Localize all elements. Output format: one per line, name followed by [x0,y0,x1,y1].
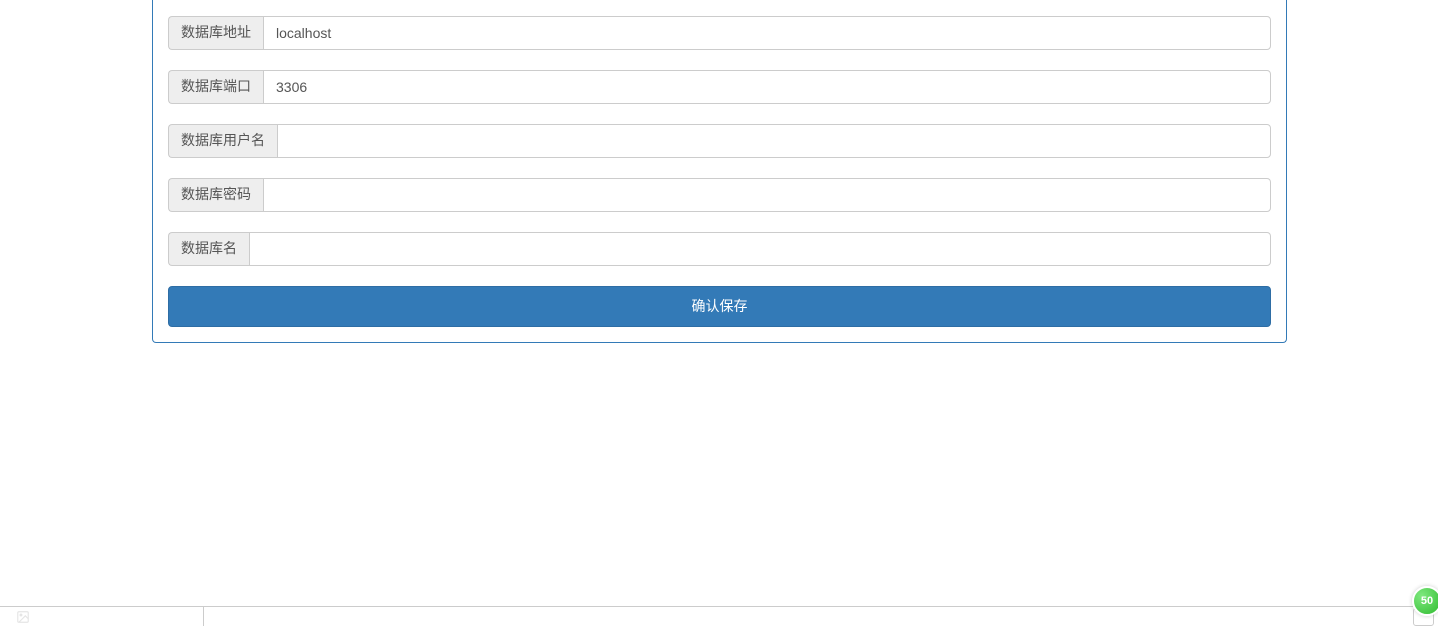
database-config-panel: 数据库地址 数据库端口 数据库用户名 数据库密码 数据库名 确认保存 [152,0,1287,343]
db-name-label: 数据库名 [168,232,249,266]
db-address-group: 数据库地址 [168,16,1271,50]
db-password-label: 数据库密码 [168,178,263,212]
db-name-input[interactable] [249,232,1271,266]
db-username-input[interactable] [277,124,1271,158]
badge-count: 50 [1421,595,1433,607]
db-password-group: 数据库密码 [168,178,1271,212]
status-bar-left [0,607,204,626]
db-username-label: 数据库用户名 [168,124,277,158]
db-port-group: 数据库端口 [168,70,1271,104]
db-port-input[interactable] [263,70,1271,104]
image-placeholder-icon [16,610,30,624]
db-port-label: 数据库端口 [168,70,263,104]
db-username-group: 数据库用户名 [168,124,1271,158]
notification-badge[interactable]: 50 [1412,586,1438,616]
status-bar [0,606,1438,626]
db-password-input[interactable] [263,178,1271,212]
db-address-input[interactable] [263,16,1271,50]
db-name-group: 数据库名 [168,232,1271,266]
save-button[interactable]: 确认保存 [168,286,1271,327]
db-address-label: 数据库地址 [168,16,263,50]
